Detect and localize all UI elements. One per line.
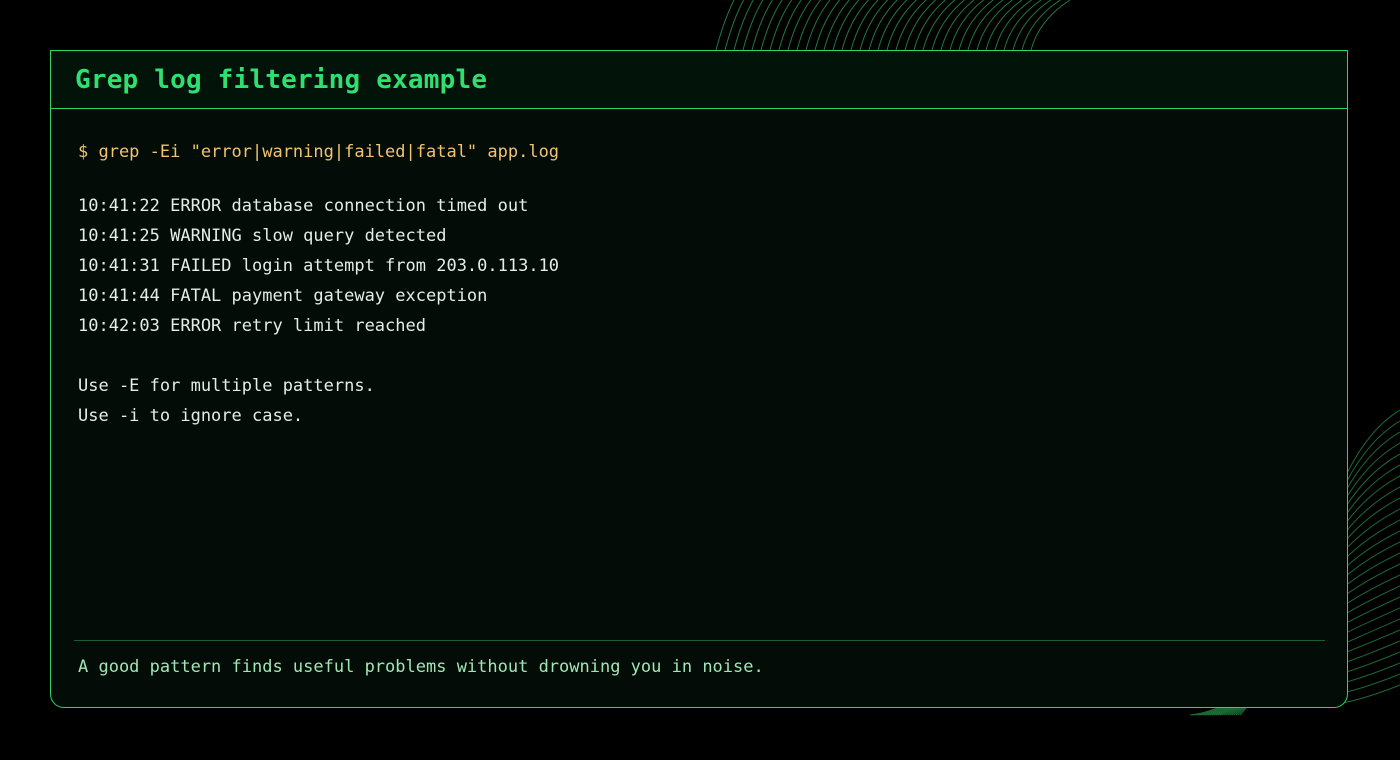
usage-notes: Use -E for multiple patterns. Use -i to …	[78, 371, 1347, 431]
footer-caption: A good pattern finds useful problems wit…	[78, 657, 764, 677]
grep-command: $ grep -Ei "error|warning|failed|fatal" …	[78, 142, 560, 162]
panel-title: Grep log filtering example	[75, 64, 488, 95]
output-line: 10:41:25 WARNING slow query detected	[78, 226, 447, 246]
note-line: Use -E for multiple patterns.	[78, 376, 375, 396]
output-line: 10:41:44 FATAL payment gateway exception	[78, 286, 488, 306]
panel-header: Grep log filtering example	[51, 51, 1347, 109]
grep-output: 10:41:22 ERROR database connection timed…	[78, 191, 1347, 341]
output-line: 10:42:03 ERROR retry limit reached	[78, 316, 426, 336]
footer-divider	[74, 640, 1325, 641]
note-line: Use -i to ignore case.	[78, 406, 304, 426]
terminal-body: $ grep -Ei "error|warning|failed|fatal" …	[51, 109, 1347, 431]
output-line: 10:41:31 FAILED login attempt from 203.0…	[78, 256, 560, 276]
example-panel: Grep log filtering example $ grep -Ei "e…	[50, 50, 1348, 708]
output-line: 10:41:22 ERROR database connection timed…	[78, 196, 529, 216]
